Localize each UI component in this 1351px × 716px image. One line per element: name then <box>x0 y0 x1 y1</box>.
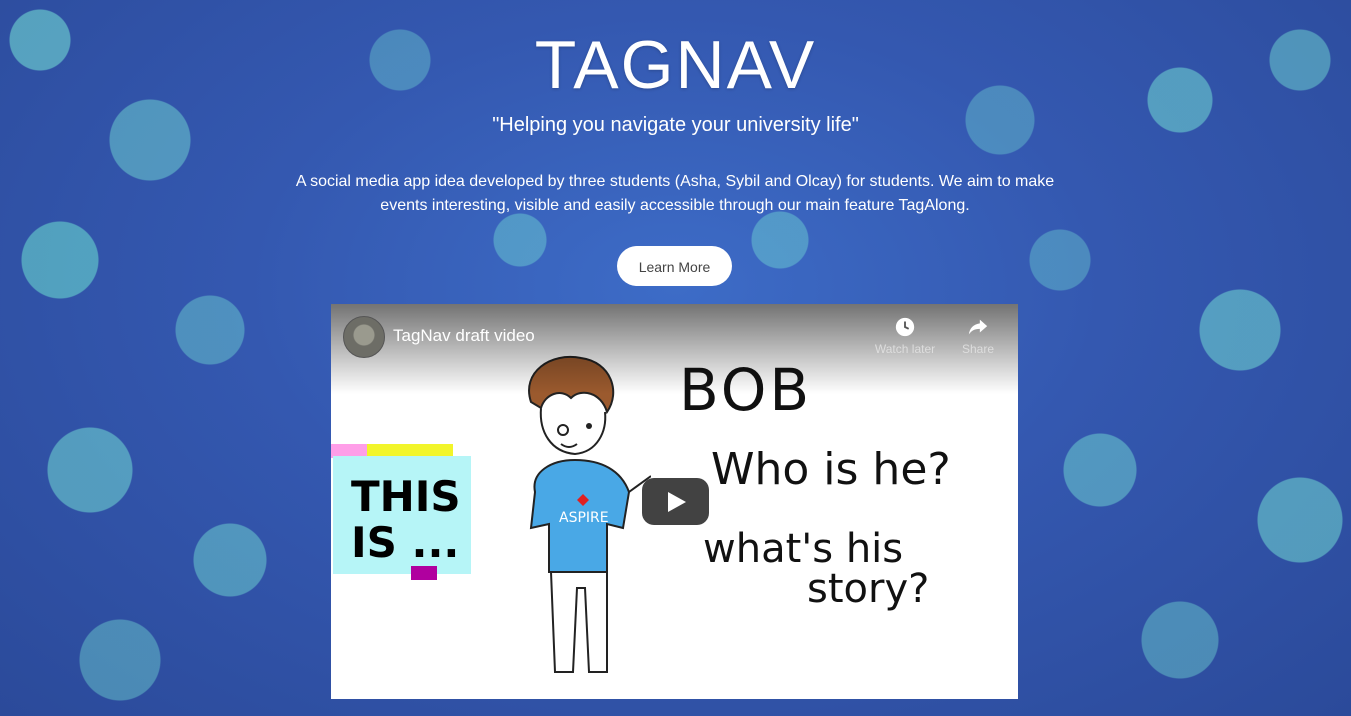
share-label: Share <box>961 342 995 356</box>
share-arrow-icon <box>968 319 988 335</box>
shirt-text: ASPIRE <box>559 510 609 526</box>
watch-later-button[interactable]: Watch later <box>865 316 945 356</box>
bob-drawing: ASPIRE <box>528 355 651 673</box>
learn-more-button[interactable]: Learn More <box>617 246 732 286</box>
clock-icon <box>895 317 915 337</box>
page-title: TAGNAV <box>534 27 817 103</box>
sticky-note-text: THIS IS ... <box>351 472 461 567</box>
thumbnail-line1: Who is he? <box>711 444 951 495</box>
share-button[interactable]: Share <box>951 316 1005 356</box>
play-icon <box>668 492 686 512</box>
watch-later-label: Watch later <box>874 342 936 356</box>
channel-avatar[interactable] <box>343 316 385 358</box>
tagline: "Helping you navigate your university li… <box>492 114 859 136</box>
thumbnail-line3: story? <box>807 566 930 612</box>
sticky-strip-purple <box>411 566 437 580</box>
play-button[interactable] <box>642 478 709 525</box>
video-embed[interactable]: THIS IS ... ASPIRE BOB Who is he? what's… <box>331 304 1018 699</box>
description: A social media app idea developed by thr… <box>295 173 1055 214</box>
video-title[interactable]: TagNav draft video <box>393 326 535 346</box>
